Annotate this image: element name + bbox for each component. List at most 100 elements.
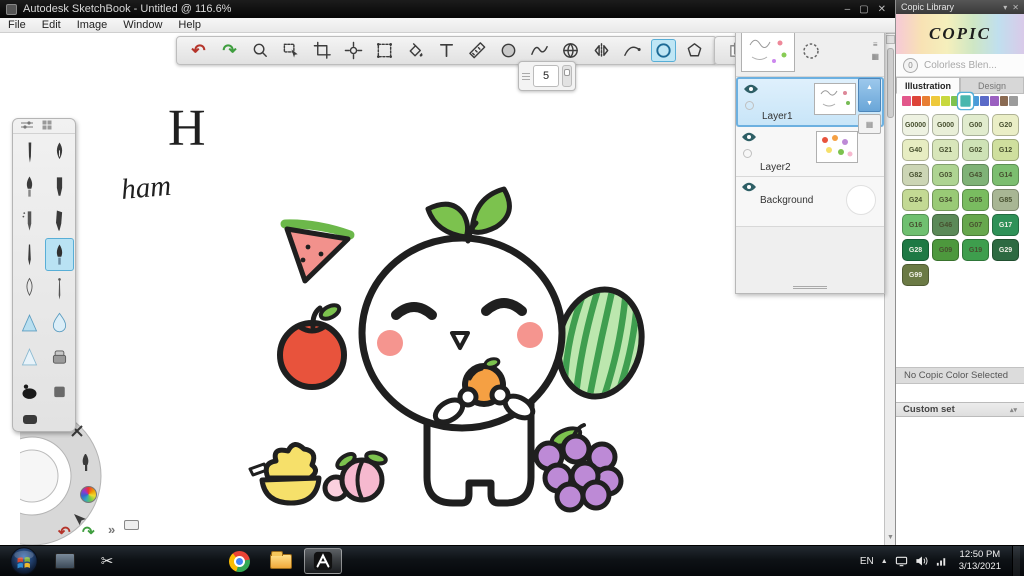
minimize-button[interactable]: – — [845, 4, 851, 15]
layer-row-background[interactable]: Background — [736, 177, 884, 227]
selection-circle-icon[interactable] — [800, 40, 822, 62]
copic-family-swatch[interactable] — [941, 96, 950, 106]
brush-ink-blob[interactable] — [15, 374, 44, 407]
layer-options-icon[interactable]: ▦ — [858, 114, 881, 134]
taskbar-app-icon[interactable] — [46, 548, 84, 574]
perspective-icon[interactable] — [558, 39, 583, 62]
close-button[interactable]: ✕ — [878, 4, 886, 15]
copic-swatch-G12[interactable]: G12 — [992, 139, 1019, 161]
fill-icon[interactable] — [403, 39, 428, 62]
copic-family-swatch[interactable] — [1009, 96, 1018, 106]
copic-swatch-G29[interactable]: G29 — [992, 239, 1019, 261]
polygon-icon[interactable] — [682, 39, 707, 62]
brush-chisel-marker[interactable] — [45, 204, 74, 237]
canvas-scrollbar[interactable]: ▼ — [884, 24, 895, 545]
menu-image[interactable]: Image — [69, 19, 116, 31]
crop-icon[interactable] — [310, 39, 335, 62]
copic-swatch-G34[interactable]: G34 — [932, 189, 959, 211]
transform-icon[interactable] — [341, 39, 366, 62]
brush-round-selected[interactable] — [45, 238, 74, 271]
redo-icon[interactable]: ↷ — [217, 39, 242, 62]
brush-eraser-hard[interactable] — [45, 340, 74, 373]
start-button[interactable] — [10, 547, 38, 575]
action-center-icon[interactable] — [895, 555, 908, 567]
eye-icon[interactable] — [741, 132, 757, 143]
brush-size-value[interactable]: 5 — [533, 65, 559, 87]
eye-icon[interactable] — [741, 182, 757, 193]
lagoon-color-wheel-icon[interactable] — [80, 486, 97, 503]
copic-swatch-G09[interactable]: G09 — [932, 239, 959, 261]
symmetry-icon[interactable] — [589, 39, 614, 62]
layer-grid-icon[interactable]: ▦ — [871, 52, 879, 61]
copic-family-swatch[interactable] — [970, 96, 979, 106]
explorer-icon[interactable] — [262, 548, 300, 574]
ruler-icon[interactable] — [465, 39, 490, 62]
zoom-icon[interactable] — [248, 39, 273, 62]
brush-paintbrush[interactable] — [15, 170, 44, 203]
brush-fine-liner[interactable] — [45, 272, 74, 305]
copic-swatch-G05[interactable]: G05 — [962, 189, 989, 211]
copic-swatch-G07[interactable]: G07 — [962, 214, 989, 236]
lagoon-more-icon[interactable]: » — [108, 522, 115, 537]
language-indicator[interactable]: EN — [860, 556, 874, 567]
brush-size-slider[interactable] — [562, 65, 572, 87]
copic-swatch-G02[interactable]: G02 — [962, 139, 989, 161]
network-icon[interactable] — [935, 555, 948, 567]
tab-design[interactable]: Design — [960, 77, 1024, 94]
slider-handle[interactable] — [564, 69, 570, 76]
show-desktop-button[interactable] — [1012, 545, 1020, 576]
brush-settings-icon[interactable] — [20, 120, 34, 133]
copic-family-swatch[interactable] — [957, 92, 973, 110]
copic-swatch-G43[interactable]: G43 — [962, 164, 989, 186]
copic-swatch-G00[interactable]: G00 — [962, 114, 989, 136]
brush-airbrush[interactable] — [15, 204, 44, 237]
brush-eraser-pad[interactable] — [45, 374, 74, 407]
brush-technical-pen[interactable] — [15, 238, 44, 271]
copic-swatch-G21[interactable]: G21 — [932, 139, 959, 161]
layers-panel-resize[interactable] — [736, 281, 884, 293]
copic-swatch-G85[interactable]: G85 — [992, 189, 1019, 211]
copic-family-swatch[interactable] — [921, 96, 931, 106]
brush-smudge[interactable] — [15, 306, 44, 339]
scroll-button-top2[interactable] — [885, 35, 895, 44]
copic-family-swatch[interactable] — [980, 96, 989, 106]
copic-family-swatch[interactable] — [931, 96, 940, 106]
french-curve-icon[interactable] — [527, 39, 552, 62]
copic-swatch-G03[interactable]: G03 — [932, 164, 959, 186]
distort-icon[interactable] — [372, 39, 397, 62]
copic-swatch-G14[interactable]: G14 — [992, 164, 1019, 186]
text-icon[interactable] — [434, 39, 459, 62]
brush-marker[interactable] — [45, 170, 74, 203]
layer-menu-icon[interactable]: ≡ — [873, 40, 878, 49]
scroll-down-icon[interactable]: ▼ — [887, 534, 894, 541]
copic-swatch-G40[interactable]: G40 — [902, 139, 929, 161]
brush-pencil[interactable] — [15, 136, 44, 169]
copic-family-swatch[interactable] — [999, 96, 1009, 106]
copic-swatch-G46[interactable]: G46 — [932, 214, 959, 236]
sketchbook-taskbar-icon[interactable] — [304, 548, 342, 574]
eraser-icon[interactable] — [21, 412, 39, 429]
scrollbar-thumb[interactable] — [886, 48, 894, 118]
copic-swatch-G17[interactable]: G17 — [992, 214, 1019, 236]
copic-swatch-G82[interactable]: G82 — [902, 164, 929, 186]
copic-family-swatch[interactable] — [902, 96, 911, 106]
copic-family-swatch[interactable] — [950, 96, 960, 106]
menu-help[interactable]: Help — [170, 19, 209, 31]
layer-lock-dot[interactable] — [743, 149, 752, 158]
circle-tool-icon[interactable] — [651, 39, 676, 62]
copic-swatch-G000[interactable]: G000 — [932, 114, 959, 136]
copic-swatch-G0000[interactable]: G0000 — [902, 114, 929, 136]
copic-swatch-G24[interactable]: G24 — [902, 189, 929, 211]
layer-row-2[interactable]: Layer2 — [736, 127, 884, 177]
brush-nib-pen[interactable] — [15, 272, 44, 305]
copic-swatch-G16[interactable]: G16 — [902, 214, 929, 236]
copic-family-swatch[interactable] — [989, 96, 999, 106]
restore-button[interactable]: ▢ — [859, 4, 868, 15]
lagoon-redo-icon[interactable]: ↷ — [82, 525, 95, 540]
copic-swatch-G20[interactable]: G20 — [992, 114, 1019, 136]
brush-ink-pen[interactable] — [45, 136, 74, 169]
menu-window[interactable]: Window — [115, 19, 170, 31]
brush-soft-airbrush[interactable] — [15, 340, 44, 373]
volume-icon[interactable] — [915, 555, 928, 567]
eye-icon[interactable] — [743, 84, 759, 95]
